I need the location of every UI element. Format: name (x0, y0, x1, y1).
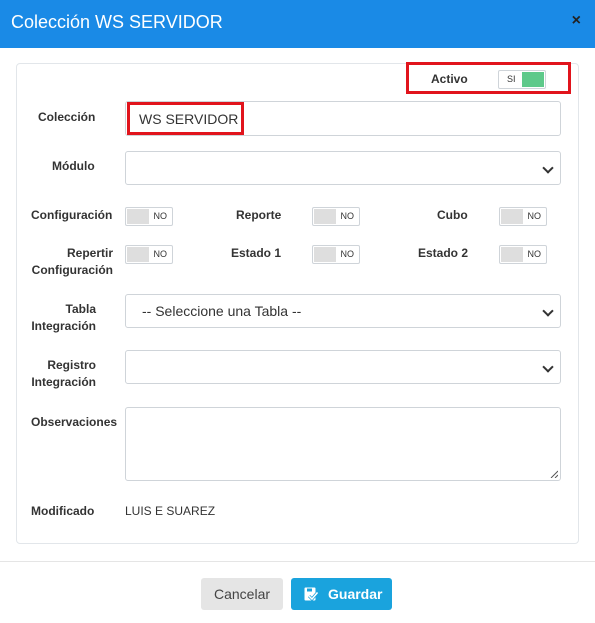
chevron-down-icon (542, 305, 554, 317)
estado2-toggle-text: NO (527, 249, 542, 259)
tabla-label-line1: Tabla (65, 302, 96, 316)
registro-label-line2: Integración (31, 375, 96, 389)
repertir-toggle-text: NO (153, 249, 168, 259)
registro-integracion-label: Registro Integración (31, 357, 96, 391)
toggle-knob (127, 247, 149, 262)
footer-divider (0, 561, 595, 562)
toggle-knob (127, 209, 149, 224)
toggle-knob (501, 247, 523, 262)
highlight-box-coleccion (127, 102, 244, 135)
configuracion-toggle[interactable]: NO (125, 207, 173, 226)
cubo-toggle-text: NO (527, 211, 542, 221)
configuracion-toggle-text: NO (153, 211, 168, 221)
reporte-toggle-text: NO (340, 211, 355, 221)
configuracion-label: Configuración (31, 208, 113, 222)
observaciones-textarea[interactable] (125, 407, 561, 481)
reporte-toggle[interactable]: NO (312, 207, 360, 226)
tabla-label-line2: Integración (31, 319, 96, 333)
cancel-button[interactable]: Cancelar (201, 578, 283, 610)
modulo-select[interactable] (125, 151, 561, 185)
save-button-label: Guardar (328, 586, 383, 602)
highlight-box-activo (406, 62, 571, 94)
toggle-knob (501, 209, 523, 224)
estado1-toggle[interactable]: NO (312, 245, 360, 264)
save-button[interactable]: Guardar (291, 578, 392, 610)
registro-label-line1: Registro (47, 358, 96, 372)
registro-integracion-select[interactable] (125, 350, 561, 384)
tabla-integracion-label: Tabla Integración (31, 301, 96, 335)
cubo-label: Cubo (437, 208, 468, 222)
modificado-value: LUIS E SUAREZ (125, 504, 216, 518)
estado2-toggle[interactable]: NO (499, 245, 547, 264)
reporte-label: Reporte (236, 208, 282, 222)
estado2-label: Estado 2 (418, 246, 469, 260)
modal-header: Colección WS SERVIDOR × (0, 0, 595, 48)
modal-title: Colección WS SERVIDOR (11, 12, 223, 32)
observaciones-label: Observaciones (31, 415, 118, 429)
repertir-label-line1: Repertir (66, 246, 113, 260)
chevron-down-icon (542, 162, 554, 174)
repertir-label-line2: Configuración (31, 263, 113, 277)
resize-grip-icon[interactable] (550, 470, 558, 478)
chevron-down-icon (542, 361, 554, 373)
modificado-label: Modificado (31, 504, 95, 518)
tabla-integracion-select-value: -- Seleccione una Tabla -- (142, 303, 302, 319)
cubo-toggle[interactable]: NO (499, 207, 547, 226)
toggle-knob (314, 247, 336, 262)
close-icon[interactable]: × (572, 13, 581, 29)
estado1-label: Estado 1 (231, 246, 282, 260)
repertir-configuracion-label: Repertir Configuración (31, 245, 113, 279)
tabla-integracion-select[interactable]: -- Seleccione una Tabla -- (125, 294, 561, 328)
modulo-label: Módulo (52, 159, 95, 173)
save-icon (304, 587, 318, 601)
repertir-configuracion-toggle[interactable]: NO (125, 245, 173, 264)
estado1-toggle-text: NO (340, 249, 355, 259)
toggle-knob (314, 209, 336, 224)
coleccion-label: Colección (38, 110, 96, 124)
